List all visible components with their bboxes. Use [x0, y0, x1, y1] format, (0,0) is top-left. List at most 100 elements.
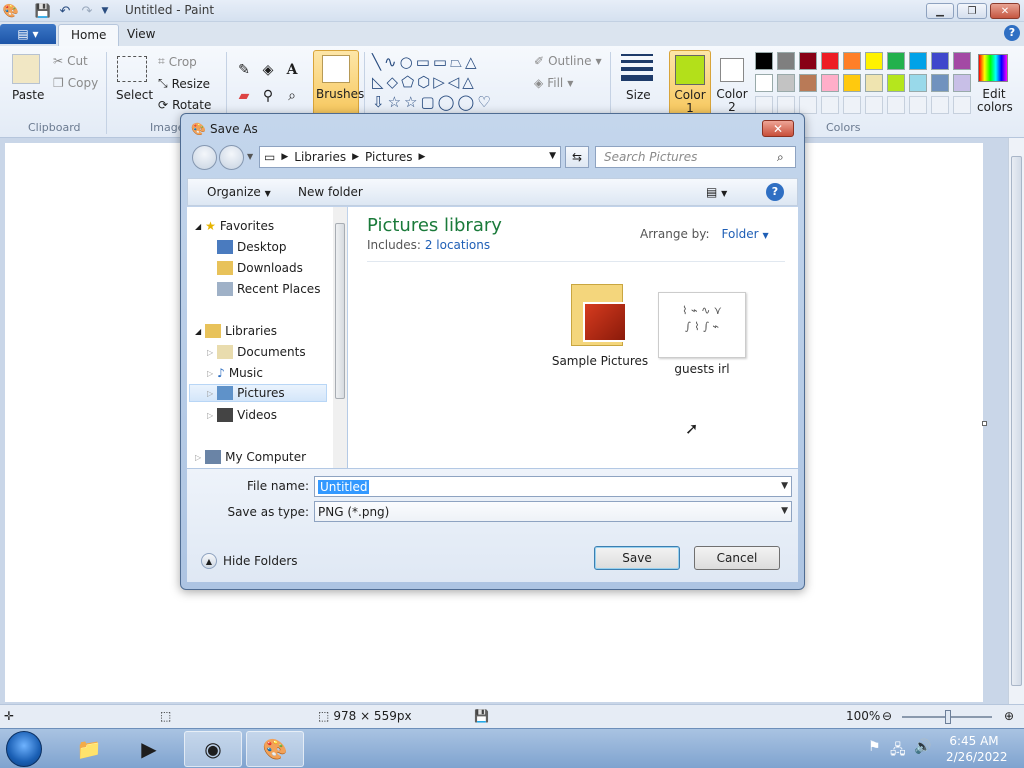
dialog-close-button[interactable]: ✕: [762, 120, 794, 137]
color-swatch[interactable]: [931, 74, 949, 92]
cut-button[interactable]: ✂ Cut: [53, 54, 88, 68]
custom-color-slot[interactable]: [887, 96, 905, 114]
custom-color-slot[interactable]: [865, 96, 883, 114]
pencil-icon[interactable]: ✎: [234, 60, 254, 80]
color-swatch[interactable]: [821, 74, 839, 92]
color-swatch[interactable]: [821, 52, 839, 70]
clock[interactable]: 6:45 AM 2/26/2022: [946, 733, 1008, 765]
color-swatch[interactable]: [799, 74, 817, 92]
zoom-in-icon[interactable]: ⊕: [1004, 709, 1014, 723]
zoom-slider-thumb[interactable]: [945, 710, 951, 724]
address-bar[interactable]: ▭ ▶ Libraries ▶ Pictures ▶ ▼: [259, 146, 561, 168]
nav-pictures[interactable]: ▷ Pictures: [189, 384, 327, 402]
scrollbar-thumb[interactable]: [1011, 156, 1022, 686]
volume-icon[interactable]: 🔊: [914, 739, 931, 755]
undo-icon[interactable]: ↶: [56, 2, 74, 20]
view-options-icon[interactable]: ▤ ▼: [706, 185, 727, 199]
rotate-button[interactable]: ⟳ Rotate: [158, 98, 211, 112]
nav-my-computer[interactable]: ▷ My Computer: [195, 448, 306, 466]
color-swatch[interactable]: [755, 74, 773, 92]
minimize-button[interactable]: ▁: [926, 3, 954, 19]
resize-button[interactable]: ⤡ Resize: [158, 76, 210, 91]
custom-color-slot[interactable]: [821, 96, 839, 114]
help-icon[interactable]: ?: [766, 183, 784, 201]
breadcrumb-libraries[interactable]: Libraries: [294, 150, 346, 164]
fill-bucket-icon[interactable]: ◈: [258, 60, 278, 80]
save-icon[interactable]: 💾: [34, 2, 52, 20]
new-folder-button[interactable]: New folder: [298, 185, 363, 199]
color-swatch[interactable]: [909, 74, 927, 92]
eraser-icon[interactable]: ▰: [234, 86, 254, 106]
nav-favorites[interactable]: ◢ ★ Favorites: [195, 217, 274, 235]
help-icon[interactable]: ?: [1004, 25, 1020, 41]
color1-button[interactable]: Color 1: [669, 50, 711, 116]
hide-folders-button[interactable]: ▲ Hide Folders: [201, 553, 298, 569]
explorer-taskbar-icon[interactable]: 📁: [60, 731, 118, 767]
dropdown-icon[interactable]: ▼: [781, 506, 788, 516]
media-player-taskbar-icon[interactable]: ▶: [120, 731, 178, 767]
fill-button[interactable]: ◈ Fill ▼: [534, 76, 573, 90]
color-swatch[interactable]: [755, 52, 773, 70]
custom-color-slot[interactable]: [843, 96, 861, 114]
color-swatch[interactable]: [865, 74, 883, 92]
nav-recent-places[interactable]: Recent Places: [217, 280, 320, 298]
color-swatch[interactable]: [887, 52, 905, 70]
color-swatch[interactable]: [799, 52, 817, 70]
breadcrumb-pictures[interactable]: Pictures: [365, 150, 413, 164]
save-button[interactable]: Save: [594, 546, 680, 570]
nav-scrollbar[interactable]: [333, 207, 347, 468]
custom-color-slot[interactable]: [755, 96, 773, 114]
chrome-taskbar-icon[interactable]: ◉: [184, 731, 242, 767]
back-button[interactable]: [192, 145, 217, 170]
magnifier-icon[interactable]: ⌕: [282, 86, 302, 106]
cancel-button[interactable]: Cancel: [694, 546, 780, 570]
maximize-button[interactable]: ❐: [957, 3, 987, 19]
list-item[interactable]: Sample Pictures: [550, 280, 650, 368]
edit-colors-button[interactable]: Edit colors: [977, 88, 1013, 114]
address-dropdown-icon[interactable]: ▼: [549, 151, 556, 161]
color-swatch[interactable]: [843, 52, 861, 70]
close-button[interactable]: ✕: [990, 3, 1020, 19]
includes-link[interactable]: 2 locations: [425, 238, 490, 252]
nav-videos[interactable]: ▷ Videos: [207, 406, 277, 424]
file-name-input[interactable]: Untitled ▼: [314, 476, 792, 497]
network-icon[interactable]: 🖧: [890, 739, 906, 763]
custom-color-slot[interactable]: [777, 96, 795, 114]
shapes-gallery[interactable]: ╲∿○▭▭⏢△ ◺◇⬠⬡▷◁△ ⇩☆☆▢◯◯♡: [372, 52, 512, 112]
color2-button[interactable]: Color 2: [714, 50, 750, 116]
action-center-icon[interactable]: ⚑: [868, 739, 881, 755]
zoom-out-icon[interactable]: ⊖: [882, 709, 892, 723]
redo-icon[interactable]: ↷: [78, 2, 96, 20]
nav-music[interactable]: ▷ ♪ Music: [207, 364, 263, 382]
tab-home[interactable]: Home: [58, 24, 120, 46]
organize-button[interactable]: Organize ▼: [207, 185, 271, 199]
color-swatch[interactable]: [953, 74, 971, 92]
outline-button[interactable]: ✐ Outline ▼: [534, 54, 602, 68]
quick-access-dropdown-icon[interactable]: ▼: [98, 2, 112, 20]
canvas-resize-handle[interactable]: [982, 421, 987, 426]
paint-app-icon[interactable]: 🎨: [2, 2, 20, 20]
arrange-by-dropdown[interactable]: Folder ▼: [722, 227, 769, 241]
color-swatch[interactable]: [865, 52, 883, 70]
color-swatch[interactable]: [843, 74, 861, 92]
color-swatch[interactable]: [777, 52, 795, 70]
crop-button[interactable]: ⌗ Crop: [158, 54, 197, 69]
search-input[interactable]: Search Pictures: [595, 146, 796, 168]
save-as-type-select[interactable]: PNG (*.png) ▼: [314, 501, 792, 522]
color-swatch[interactable]: [953, 52, 971, 70]
start-button[interactable]: [6, 731, 42, 767]
color-swatch[interactable]: [887, 74, 905, 92]
recent-pages-dropdown-icon[interactable]: ▼: [247, 152, 253, 161]
custom-color-slot[interactable]: [799, 96, 817, 114]
color-swatch[interactable]: [777, 74, 795, 92]
refresh-icon[interactable]: ⇆: [565, 146, 589, 168]
color-swatch[interactable]: [909, 52, 927, 70]
nav-libraries[interactable]: ◢ Libraries: [195, 322, 277, 340]
vertical-scrollbar[interactable]: [1008, 138, 1024, 704]
zoom-slider[interactable]: [902, 710, 992, 724]
brushes-button[interactable]: Brushes: [313, 50, 364, 116]
paint-taskbar-icon[interactable]: 🎨: [246, 731, 304, 767]
text-tool-icon[interactable]: A: [282, 60, 302, 80]
select-button[interactable]: Select: [116, 88, 153, 102]
custom-color-slot[interactable]: [953, 96, 971, 114]
